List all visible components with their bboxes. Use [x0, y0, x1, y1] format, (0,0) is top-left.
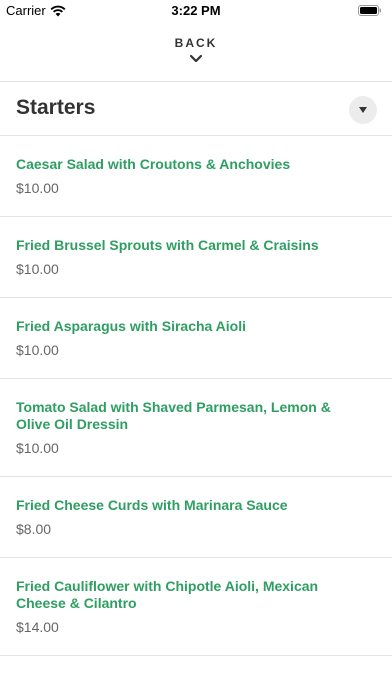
menu-item[interactable]: Caesar Salad with Croutons & Anchovies $… — [0, 136, 392, 217]
menu-item[interactable]: Fried Brussel Sprouts with Carmel & Crai… — [0, 217, 392, 298]
menu-list: Caesar Salad with Croutons & Anchovies $… — [0, 136, 392, 656]
menu-item-price: $8.00 — [16, 521, 52, 537]
menu-item[interactable]: Fried Cheese Curds with Marinara Sauce $… — [0, 477, 392, 558]
section-header: Starters — [0, 82, 392, 136]
back-button[interactable]: BACK — [0, 36, 392, 72]
menu-item-price: $10.00 — [16, 440, 59, 456]
menu-item-price: $10.00 — [16, 180, 59, 196]
section-dropdown-button[interactable] — [349, 96, 377, 124]
chevron-down-icon — [189, 54, 203, 63]
menu-item-name: Fried Cauliflower with Chipotle Aioli, M… — [16, 578, 319, 611]
menu-item-price: $10.00 — [16, 261, 59, 277]
menu-item-name: Fried Brussel Sprouts with Carmel & Crai… — [16, 237, 319, 253]
menu-item[interactable]: Tomato Salad with Shaved Parmesan, Lemon… — [0, 379, 392, 477]
menu-item[interactable]: Fried Cauliflower with Chipotle Aioli, M… — [0, 558, 392, 656]
status-bar: Carrier 3:22 PM — [0, 0, 392, 22]
battery-icon — [358, 5, 381, 16]
back-label: BACK — [174, 36, 218, 50]
menu-item-price: $14.00 — [16, 619, 59, 635]
caret-down-icon — [359, 107, 367, 113]
menu-item-name: Fried Cheese Curds with Marinara Sauce — [16, 497, 288, 513]
menu-item-name: Fried Asparagus with Siracha Aioli — [16, 318, 247, 334]
menu-item-price: $10.00 — [16, 342, 59, 358]
menu-item-name: Tomato Salad with Shaved Parmesan, Lemon… — [16, 399, 331, 432]
status-time: 3:22 PM — [171, 3, 221, 18]
section-title: Starters — [16, 96, 96, 119]
menu-item[interactable]: Fried Asparagus with Siracha Aioli $10.0… — [0, 298, 392, 379]
menu-item-name: Caesar Salad with Croutons & Anchovies — [16, 156, 291, 172]
